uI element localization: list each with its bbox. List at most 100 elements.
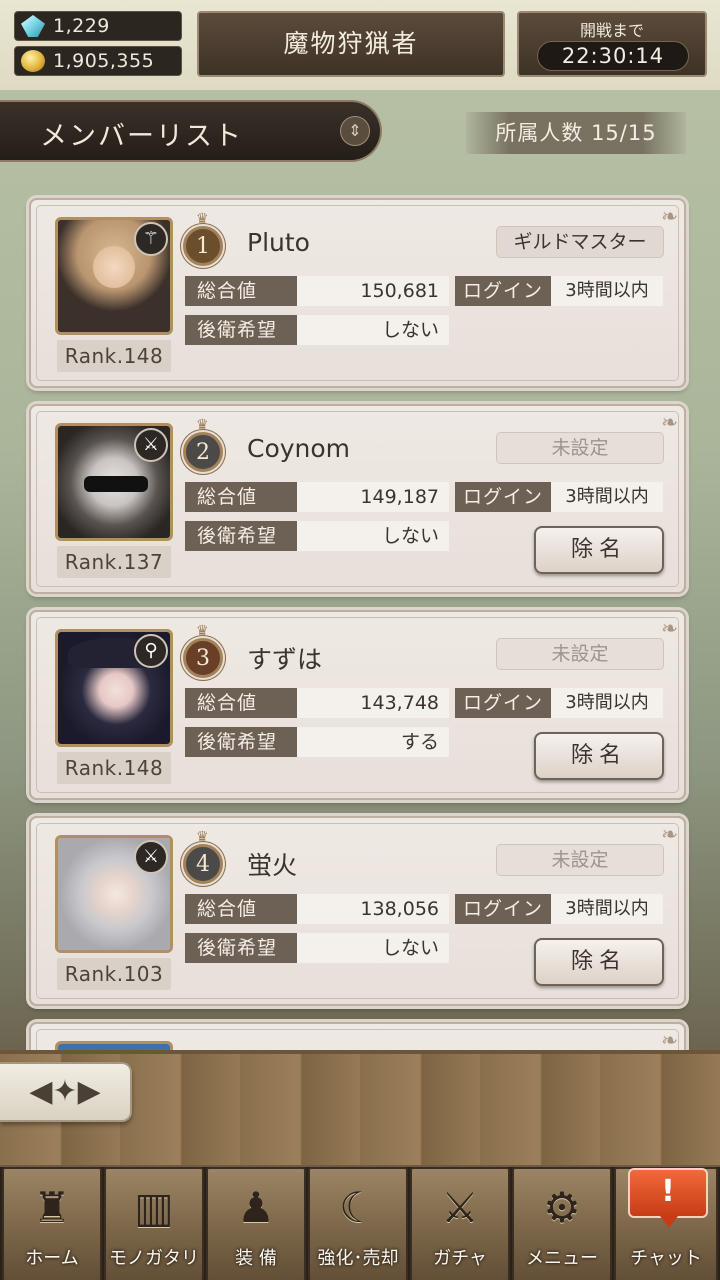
- total-label: 総合値: [185, 276, 297, 306]
- member-count: 所属人数 15/15: [466, 112, 686, 154]
- login-value: 3時間以内: [551, 276, 663, 306]
- crystal-icon: [21, 15, 45, 37]
- member-list[interactable]: ❧ ⚚ Rank.148 1 Pluto ギルドマスター 総合値 150,681…: [0, 180, 720, 1050]
- member-name: Coynom: [247, 434, 351, 463]
- castle-icon: ♜: [33, 1183, 71, 1232]
- member-role: 未設定: [496, 432, 664, 464]
- gears-icon: ⚙: [543, 1183, 581, 1232]
- remove-member-button[interactable]: 除名: [534, 938, 664, 986]
- corner-ornament-icon: ❧: [661, 1028, 678, 1050]
- backline-value: する: [297, 727, 449, 757]
- corner-ornament-icon: ❧: [661, 204, 678, 228]
- gem-count: 1,229: [53, 15, 110, 37]
- login-label: ログイン: [455, 688, 551, 718]
- backline-value: しない: [297, 933, 449, 963]
- total-label: 総合値: [185, 894, 297, 924]
- total-label: 総合値: [185, 688, 297, 718]
- puppet-icon: ♟: [237, 1183, 275, 1232]
- nav-equipment[interactable]: ♟ 装 備: [206, 1167, 306, 1280]
- backline-label: 後衛希望: [185, 315, 297, 345]
- wand-icon: ⚲: [134, 634, 168, 668]
- backline-value: しない: [297, 315, 449, 345]
- position-badge: 4: [183, 830, 223, 884]
- login-label: ログイン: [455, 894, 551, 924]
- book-icon: ▥: [134, 1183, 174, 1232]
- gold-count: 1,905,355: [53, 50, 155, 72]
- avatar[interactable]: ⚚: [55, 217, 173, 335]
- nav-enhance-sell[interactable]: ☾ 強化･売却: [308, 1167, 408, 1280]
- login-value: 3時間以内: [551, 688, 663, 718]
- login-label: ログイン: [455, 276, 551, 306]
- login-label: ログイン: [455, 482, 551, 512]
- avatar[interactable]: ⚔: [55, 423, 173, 541]
- page-title: メンバーリスト: [40, 121, 243, 152]
- backline-label: 後衛希望: [185, 521, 297, 551]
- gold-counter: 1,905,355: [14, 46, 182, 76]
- nav-story[interactable]: ▥ モノガタリ: [104, 1167, 204, 1280]
- member-rank: Rank.148: [57, 340, 171, 372]
- sword-icon: ⚔: [134, 428, 168, 462]
- top-bar: 1,229 1,905,355 魔物狩猟者 開戦まで 22:30:14: [0, 0, 720, 90]
- nav-home[interactable]: ♜ ホーム: [2, 1167, 102, 1280]
- back-button[interactable]: ◀✦▶: [0, 1062, 132, 1122]
- nav-label: モノガタリ: [109, 1248, 199, 1269]
- nav-label: メニュー: [526, 1248, 598, 1269]
- member-role: 未設定: [496, 844, 664, 876]
- member-list-header: メンバーリスト ⇕: [0, 100, 382, 162]
- mask-icon: ☾: [339, 1183, 377, 1232]
- backline-value: しない: [297, 521, 449, 551]
- position-badge: 2: [183, 418, 223, 472]
- nav-label: 強化･売却: [317, 1248, 399, 1269]
- position-badge: 3: [183, 624, 223, 678]
- nav-label: ホーム: [25, 1248, 79, 1269]
- member-card[interactable]: ❧: [29, 1022, 686, 1050]
- backline-label: 後衛希望: [185, 727, 297, 757]
- guild-name[interactable]: 魔物狩猟者: [197, 11, 505, 77]
- staff-icon: ⚚: [134, 222, 168, 256]
- avatar[interactable]: [55, 1041, 173, 1050]
- avatar[interactable]: ⚲: [55, 629, 173, 747]
- total-label: 総合値: [185, 482, 297, 512]
- nav-menu[interactable]: ⚙ メニュー: [512, 1167, 612, 1280]
- member-name: 蛍火: [247, 851, 298, 880]
- member-rank: Rank.103: [57, 958, 171, 990]
- remove-member-button[interactable]: 除名: [534, 732, 664, 780]
- war-countdown-timer: 22:30:14: [537, 41, 689, 71]
- nav-label: 装 備: [235, 1248, 277, 1269]
- corner-ornament-icon: ❧: [661, 822, 678, 846]
- member-rank: Rank.148: [57, 752, 171, 784]
- avatar[interactable]: ⚔: [55, 835, 173, 953]
- nav-label: チャット: [630, 1248, 702, 1269]
- chat-alert-icon[interactable]: !: [628, 1168, 708, 1228]
- coin-icon: [21, 50, 45, 72]
- bottom-navigation: ♜ ホーム ▥ モノガタリ ♟ 装 備 ☾ 強化･売却 ⚔ ガチャ ⚙ メニュー…: [0, 1165, 720, 1280]
- member-role: ギルドマスター: [496, 226, 664, 258]
- sword-icon: ⚔: [134, 840, 168, 874]
- login-value: 3時間以内: [551, 482, 663, 512]
- war-countdown-label: 開戦まで: [579, 21, 644, 40]
- corner-ornament-icon: ❧: [661, 410, 678, 434]
- nav-label: ガチャ: [433, 1248, 487, 1269]
- member-card[interactable]: ❧ ⚔ Rank.103 4 蛍火 未設定 総合値 138,056 ログイン 3…: [29, 816, 686, 1006]
- login-value: 3時間以内: [551, 894, 663, 924]
- total-value: 143,748: [297, 688, 449, 718]
- remove-member-button[interactable]: 除名: [534, 526, 664, 574]
- member-card[interactable]: ❧ ⚲ Rank.148 3 すずは 未設定 総合値 143,748 ログイン …: [29, 610, 686, 800]
- member-name: Pluto: [247, 228, 310, 257]
- total-value: 150,681: [297, 276, 449, 306]
- total-value: 149,187: [297, 482, 449, 512]
- backline-label: 後衛希望: [185, 933, 297, 963]
- position-badge: 1: [183, 212, 223, 266]
- sort-icon[interactable]: ⇕: [340, 116, 370, 146]
- member-card[interactable]: ❧ ⚚ Rank.148 1 Pluto ギルドマスター 総合値 150,681…: [29, 198, 686, 388]
- corner-ornament-icon: ❧: [661, 616, 678, 640]
- back-arrow-icon: ◀✦▶: [29, 1074, 101, 1109]
- nav-gacha[interactable]: ⚔ ガチャ: [410, 1167, 510, 1280]
- total-value: 138,056: [297, 894, 449, 924]
- member-rank: Rank.137: [57, 546, 171, 578]
- member-card[interactable]: ❧ ⚔ Rank.137 2 Coynom 未設定 総合値 149,187 ログ…: [29, 404, 686, 594]
- member-role: 未設定: [496, 638, 664, 670]
- war-countdown-panel[interactable]: 開戦まで 22:30:14: [517, 11, 707, 77]
- crossed-swords-icon: ⚔: [441, 1183, 479, 1232]
- member-name: すずは: [247, 645, 323, 674]
